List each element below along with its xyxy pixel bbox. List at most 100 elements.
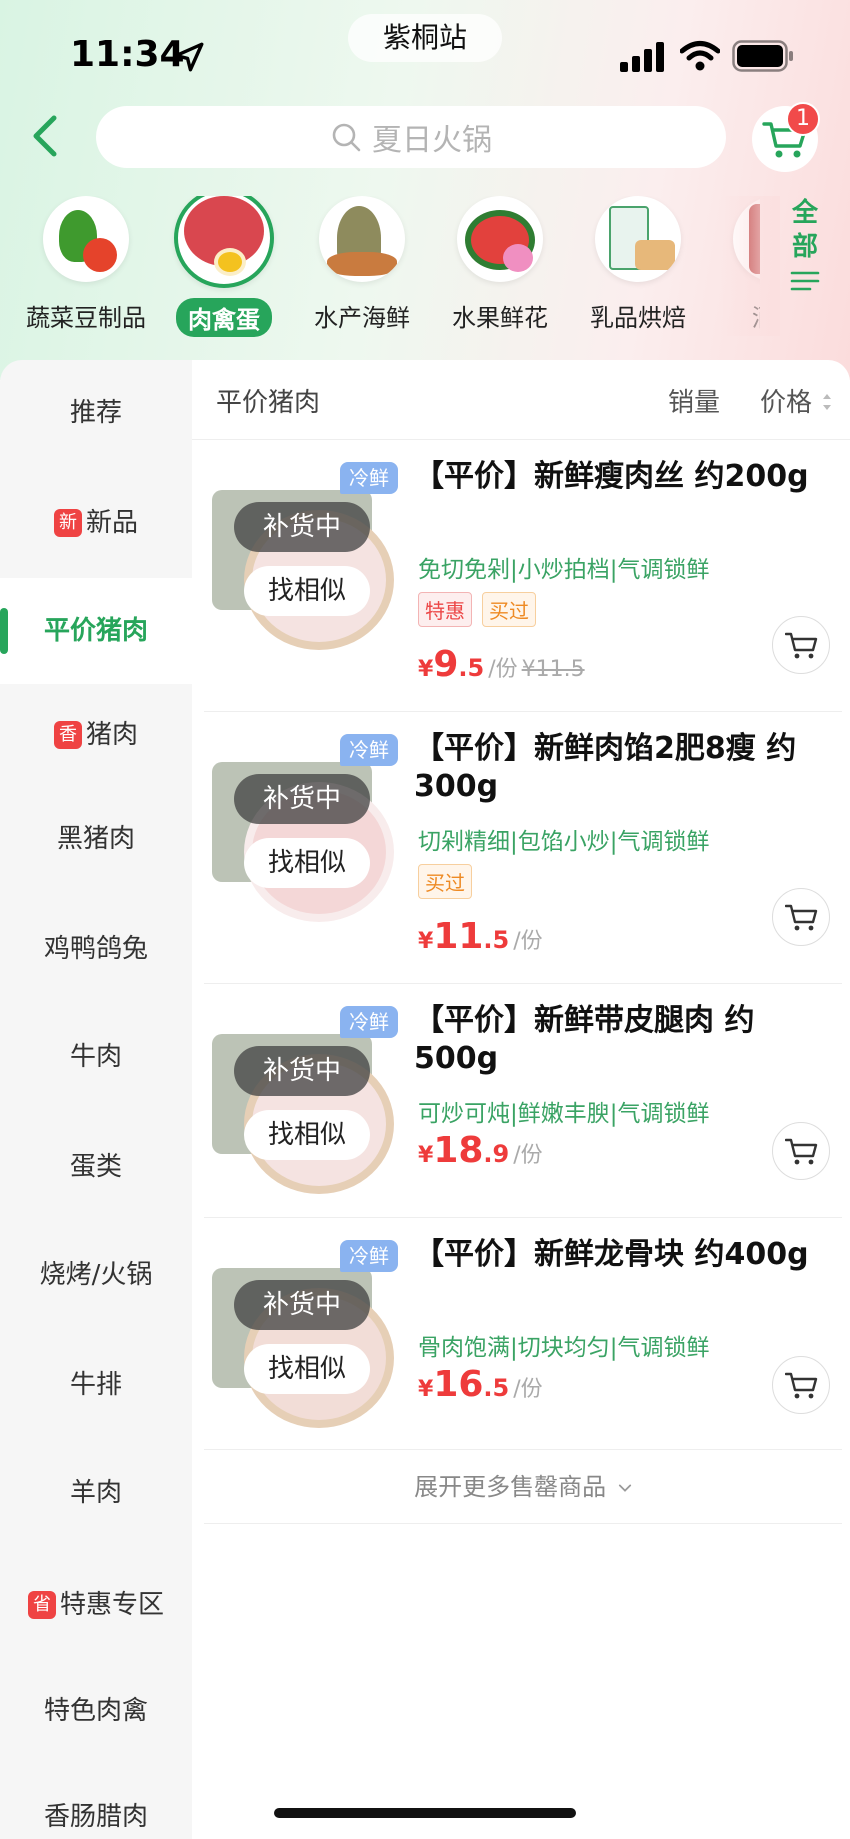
chilled-badge: 冷鲜 [340,1240,398,1272]
category-seafood[interactable]: 水产海鲜 [292,196,432,333]
product-desc: 骨肉饱满|切块均匀|气调锁鲜 [418,1335,710,1361]
sidebar-item-recommend[interactable]: 推荐 [0,360,192,466]
sidebar-item-poultry[interactable]: 鸡鸭鸽兔 [0,896,192,1002]
price-integer: 16 [433,1364,484,1405]
expand-soldout-button[interactable]: 展开更多售罄商品 [204,1450,842,1524]
sidebar-item-beef[interactable]: 牛肉 [0,1004,192,1110]
sidebar-item-label: 羊肉 [69,1478,122,1508]
product-title[interactable]: 【平价】新鲜龙骨块 约400g [414,1236,834,1274]
vegetable-icon [43,196,129,282]
price-integer: 18 [433,1130,484,1171]
menu-icon [790,271,820,291]
wifi-icon [680,41,720,71]
sidebar-item-new[interactable]: 新新品 [0,470,192,576]
sidebar-item-special-meat[interactable]: 特色肉禽 [0,1658,192,1764]
price-integer: 9 [433,644,459,685]
sidebar-item-sausage[interactable]: 香肠腊肉 [0,1764,192,1839]
search-placeholder: 夏日火锅 [372,123,492,158]
sidebar-item-label: 蛋类 [69,1152,122,1182]
restocking-label: 补货中 [234,502,370,552]
search-input[interactable]: 夏日火锅 [96,106,726,168]
category-label: 乳品烘焙 [590,304,686,332]
sidebar-item-pork[interactable]: 香猪肉 [0,682,192,788]
sidebar-item-label: 平价猪肉 [43,616,148,646]
category-vegetables[interactable]: 蔬菜豆制品 [16,196,156,333]
cart-icon [785,1372,818,1399]
sort-by-sales[interactable]: 销量 [668,382,720,419]
sidebar-item-label: 黑猪肉 [56,824,135,854]
add-to-cart-button[interactable] [772,1356,830,1414]
chilled-badge: 冷鲜 [340,462,398,494]
price-decimal: .5 [483,926,510,954]
dairy-icon [595,196,681,282]
new-badge: 新 [53,509,82,537]
add-to-cart-button[interactable] [772,616,830,674]
find-similar-button[interactable]: 找相似 [244,1344,370,1394]
sidebar-item-label: 鸡鸭鸽兔 [43,934,148,964]
all-label-line2: 部 [791,232,818,262]
product-card[interactable]: 冷鲜 补货中 找相似 【平价】新鲜带皮腿肉 约500g 可炒可炖|鲜嫩丰腴|气调… [204,984,842,1218]
find-similar-button[interactable]: 找相似 [244,1110,370,1160]
product-title[interactable]: 【平价】新鲜带皮腿肉 约500g [414,1002,834,1078]
add-to-cart-button[interactable] [772,1122,830,1180]
sidebar-item-steak[interactable]: 牛排 [0,1332,192,1438]
cart-icon [785,632,818,659]
product-card[interactable]: 冷鲜 补货中 找相似 【平价】新鲜肉馅2肥8瘦 约300g 切剁精细|包馅小炒|… [204,712,842,984]
category-fruit[interactable]: 水果鲜花 [430,196,570,333]
seafood-icon [319,196,405,282]
category-sidebar: 推荐 新新品 平价猪肉 香猪肉 黑猪肉 鸡鸭鸽兔 牛肉 蛋类 烧烤/火锅 牛排 … [0,360,192,1839]
sidebar-item-label: 特惠专区 [59,1590,164,1620]
sort-by-price[interactable]: 价格 [760,382,812,419]
product-title[interactable]: 【平价】新鲜肉馅2肥8瘦 约300g [414,730,834,806]
sidebar-item-label: 推荐 [69,398,122,428]
add-to-cart-button[interactable] [772,888,830,946]
sidebar-item-label: 香肠腊肉 [43,1802,148,1832]
sidebar-item-label: 猪肉 [85,720,138,750]
watermelon-icon [457,196,543,282]
category-label: 肉禽蛋 [176,298,272,337]
fragrant-badge: 香 [53,721,82,749]
sidebar-item-budget-pork[interactable]: 平价猪肉 [0,578,192,684]
station-pill[interactable]: 紫桐站 [348,14,502,62]
product-price: ¥16.5/份 [418,1364,543,1405]
cart-icon [785,1138,818,1165]
section-title: 平价猪肉 [216,388,321,418]
sidebar-item-eggs[interactable]: 蛋类 [0,1114,192,1220]
product-price: ¥11.5/份 [418,916,543,957]
category-label: 水产海鲜 [314,304,410,332]
sidebar-item-lamb[interactable]: 羊肉 [0,1440,192,1546]
product-price: ¥18.9/份 [418,1130,543,1171]
category-label: 水果鲜花 [452,304,548,332]
sidebar-item-black-pork[interactable]: 黑猪肉 [0,786,192,892]
expand-soldout-label: 展开更多售罄商品 [414,1473,607,1501]
price-unit: /份 [513,929,543,954]
sidebar-item-label: 牛肉 [69,1042,122,1072]
all-categories-button[interactable]: 全 部 [770,196,840,326]
product-tags: 买过 [418,864,472,899]
sort-arrows-icon[interactable] [820,390,834,414]
status-bar: 11:34 紫桐站 [0,0,850,100]
find-similar-button[interactable]: 找相似 [244,566,370,616]
product-title[interactable]: 【平价】新鲜瘦肉丝 约200g [414,458,834,496]
price-currency: ¥ [418,1377,434,1402]
back-icon[interactable] [22,110,72,162]
product-price: ¥9.5/份 ¥11.5 [418,644,585,685]
sidebar-item-specials[interactable]: 省特惠专区 [0,1552,192,1658]
home-indicator[interactable] [274,1808,576,1818]
sidebar-item-bbq-hotpot[interactable]: 烧烤/火锅 [0,1222,192,1328]
product-card[interactable]: 冷鲜 补货中 找相似 【平价】新鲜龙骨块 约400g 骨肉饱满|切块均匀|气调锁… [204,1218,842,1450]
all-label-line1: 全 [791,198,818,228]
tag-bought: 买过 [482,592,536,627]
product-card[interactable]: 冷鲜 补货中 找相似 【平价】新鲜瘦肉丝 约200g 免切免剁|小炒拍档|气调锁… [204,440,842,712]
category-meat[interactable]: 肉禽蛋 [154,196,294,337]
chevron-down-icon [618,1484,631,1492]
product-desc: 切剁精细|包馅小炒|气调锁鲜 [418,829,710,855]
category-dairy[interactable]: 乳品烘焙 [568,196,708,333]
price-unit: /份 [513,1143,543,1168]
find-similar-button[interactable]: 找相似 [244,838,370,888]
tag-discount: 特惠 [418,592,472,627]
product-desc: 可炒可炖|鲜嫩丰腴|气调锁鲜 [418,1101,710,1127]
chilled-badge: 冷鲜 [340,1006,398,1038]
price-currency: ¥ [418,929,434,954]
price-decimal: .5 [458,654,485,682]
